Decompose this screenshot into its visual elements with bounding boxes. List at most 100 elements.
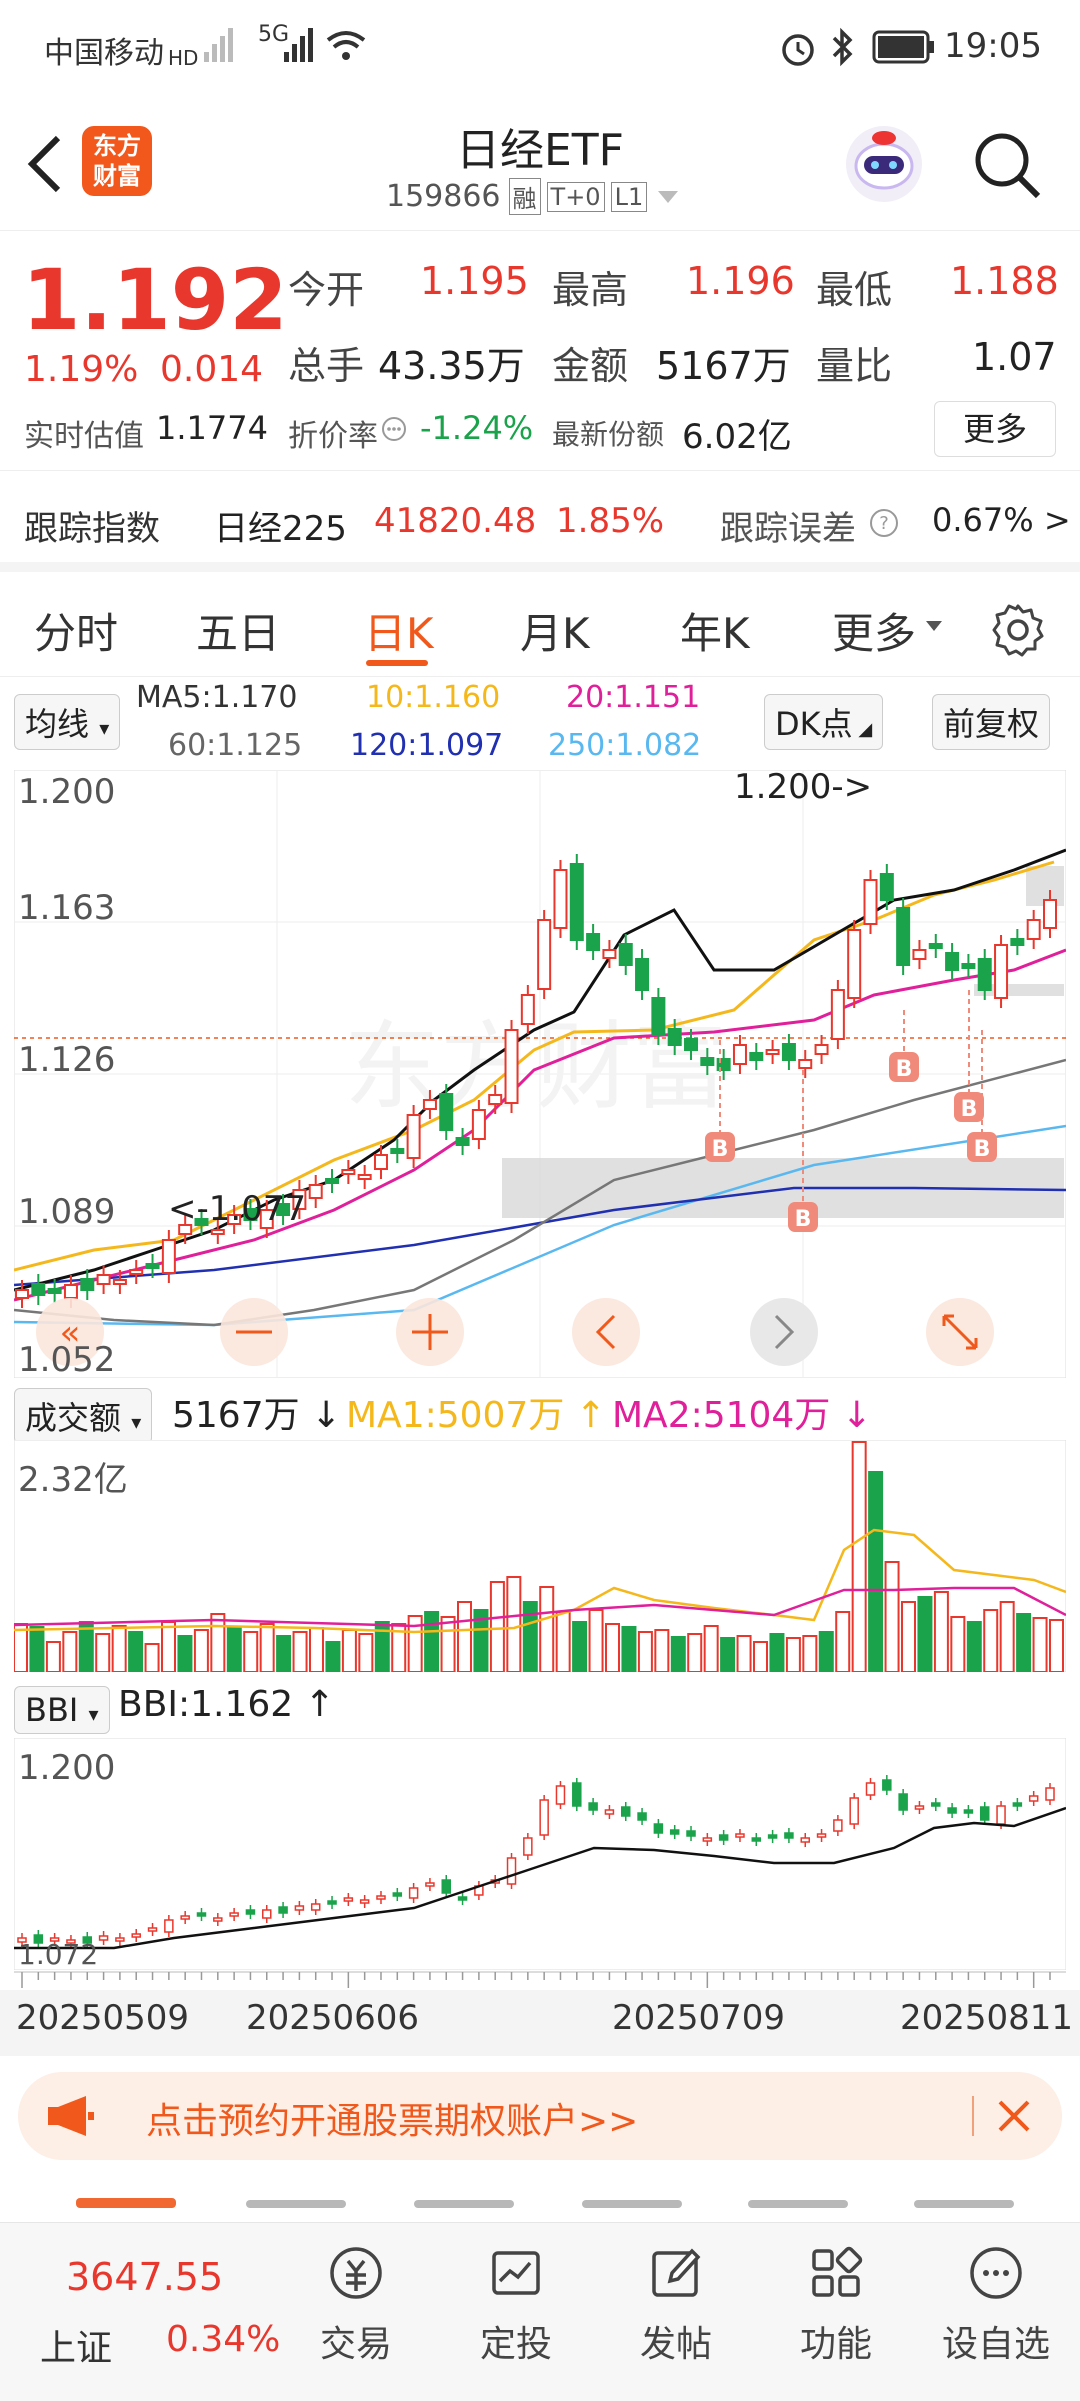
tab-intraday[interactable]: 分时: [34, 600, 118, 661]
bbi-candle-body: [327, 1900, 337, 1905]
dk-button[interactable]: DK点 ◢: [764, 694, 884, 750]
bbi-candle-body: [213, 1917, 223, 1922]
volume-chart[interactable]: [14, 1440, 1066, 1672]
bbi-candle-body: [539, 1799, 549, 1836]
tracking-row[interactable]: 跟踪指数 日经225 41820.48 1.85% 跟踪误差 ? 0.67% >: [0, 470, 1080, 571]
buy-marker[interactable]: B: [788, 1202, 818, 1232]
bbi-candle-body: [669, 1829, 680, 1835]
buy-marker[interactable]: B: [967, 1132, 997, 1162]
info-icon[interactable]: [380, 415, 408, 443]
open-label: 今开: [288, 268, 365, 312]
bbi-candle-body: [425, 1882, 435, 1887]
amount-label: 金额: [552, 344, 629, 388]
adjust-button[interactable]: 前复权: [932, 694, 1051, 750]
volume-select[interactable]: 成交额 ▾: [14, 1388, 153, 1444]
candle-body: [112, 1279, 127, 1285]
volume-ma2: MA2:5104万 ↓: [612, 1386, 872, 1438]
scroll-left-button[interactable]: [572, 1298, 640, 1366]
bbi-candle-body: [849, 1797, 859, 1825]
volume-bar: [193, 1629, 209, 1672]
bbi-chart[interactable]: [14, 1738, 1066, 1970]
volume-bar: [62, 1631, 78, 1672]
buy-marker[interactable]: B: [705, 1132, 735, 1162]
nav-invest-plan[interactable]: 定投: [456, 2241, 576, 2367]
shanghai-index-value[interactable]: 3647.55: [66, 2255, 223, 2299]
robot-icon[interactable]: [842, 122, 926, 206]
gear-icon[interactable]: [990, 602, 1046, 658]
shanghai-index-pct[interactable]: 0.34%: [166, 2319, 280, 2360]
close-icon[interactable]: [994, 2096, 1034, 2136]
buy-marker[interactable]: B: [954, 1092, 984, 1122]
candle-body: [896, 907, 911, 966]
ma5-value: MA5:1.170: [136, 680, 298, 715]
buy-marker[interactable]: B: [889, 1052, 919, 1082]
volume-bar: [226, 1626, 242, 1672]
nav-trade[interactable]: 交易: [296, 2241, 416, 2367]
volume-bar: [687, 1633, 703, 1672]
discount-label: 折价率: [288, 419, 378, 454]
volume-bar: [901, 1601, 916, 1672]
help-icon[interactable]: ?: [868, 507, 900, 539]
candle-body: [798, 1059, 813, 1069]
tab-yearly-k[interactable]: 年K: [680, 600, 750, 661]
volume-bar: [654, 1629, 670, 1672]
volume-bar: [868, 1471, 884, 1672]
status-bar: 中国移动 HD 5G 19:05: [0, 0, 1080, 96]
candle-body: [1010, 938, 1025, 946]
bbi-value: BBI:1.162 ↑: [118, 1684, 335, 1725]
candle-body: [129, 1269, 144, 1275]
volume-bar: [1049, 1619, 1064, 1672]
candle-body: [422, 1099, 437, 1110]
bbi-candle-body: [1045, 1787, 1055, 1801]
ma120-value: 120:1.097: [350, 728, 504, 763]
bbi-candle-body: [735, 1833, 745, 1838]
bbi-candle-body: [115, 1937, 125, 1942]
shanghai-index-name[interactable]: 上证: [40, 2319, 112, 2371]
kline-chart[interactable]: 东方财富 1.200-> <-1.077 B B B B B «: [14, 770, 1066, 1378]
date-label-4: 20250811: [900, 1998, 1074, 2038]
volume-bar: [1032, 1617, 1048, 1672]
nav-functions[interactable]: 功能: [776, 2241, 896, 2367]
min-price-label: <-1.077: [168, 1189, 306, 1229]
buy-marker-label: B: [896, 1057, 913, 1082]
search-icon[interactable]: [972, 130, 1044, 202]
tag-t0: T+0: [546, 181, 605, 212]
fullscreen-button[interactable]: [926, 1298, 994, 1366]
candle-body: [373, 1154, 388, 1170]
zoom-out-button[interactable]: [220, 1298, 288, 1366]
tab-five-day[interactable]: 五日: [196, 600, 280, 661]
more-button[interactable]: 更多: [934, 401, 1056, 457]
signal-icon-2: [284, 28, 313, 62]
bbi-candle-body: [278, 1906, 288, 1914]
tab-more[interactable]: 更多: [832, 600, 916, 661]
bbi-candle-body: [294, 1905, 305, 1911]
nav-post[interactable]: 发帖: [616, 2241, 736, 2367]
y-label-5: 1.052: [18, 1340, 116, 1380]
candle-body: [749, 1052, 764, 1061]
volume-bar: [309, 1627, 324, 1672]
ratio-label: 量比: [816, 344, 893, 388]
tab-daily-k[interactable]: 日K: [364, 600, 434, 661]
candle-body: [553, 869, 568, 929]
volume-select-label: 成交额: [25, 1399, 122, 1437]
ma-select[interactable]: 均线 ▾: [14, 694, 121, 750]
promo-banner[interactable]: 点击预约开通股票期权账户>>: [18, 2072, 1062, 2160]
max-price-label: 1.200->: [734, 770, 872, 807]
bbi-candle-body: [979, 1806, 990, 1821]
bbi-candle-body: [147, 1927, 158, 1932]
candle-body: [325, 1178, 340, 1184]
bbi-candle-body: [702, 1837, 713, 1842]
high-label: 最高: [552, 268, 629, 312]
zoom-in-button[interactable]: [396, 1298, 464, 1366]
bbi-select[interactable]: BBI ▾: [14, 1686, 110, 1734]
volume-bar: [851, 1441, 867, 1672]
chevron-down-icon[interactable]: [655, 187, 681, 207]
candle-body: [684, 1038, 699, 1051]
volume-bar: [950, 1616, 966, 1672]
tab-monthly-k[interactable]: 月K: [520, 600, 590, 661]
nav-functions-label: 功能: [799, 2324, 872, 2365]
candle-body: [635, 958, 650, 991]
candle-body: [145, 1263, 160, 1269]
nav-add-watchlist[interactable]: 设自选: [936, 2241, 1056, 2367]
scroll-right-button[interactable]: [750, 1298, 818, 1366]
